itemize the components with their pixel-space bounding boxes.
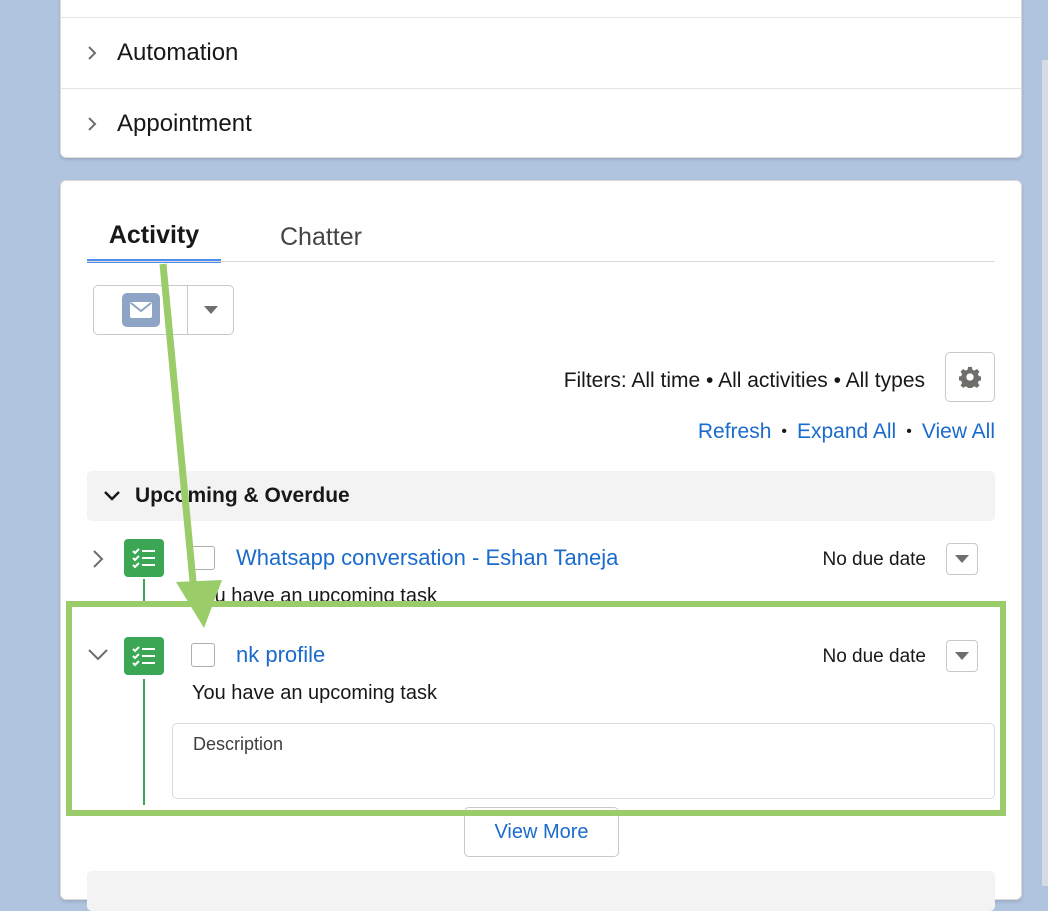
task-icon bbox=[124, 539, 164, 577]
tab-activity[interactable]: Activity bbox=[87, 211, 221, 263]
next-section-header bbox=[87, 871, 995, 911]
upcoming-overdue-section-header[interactable]: Upcoming & Overdue bbox=[87, 471, 995, 521]
scrollbar-track[interactable] bbox=[1042, 60, 1048, 886]
chevron-down-icon bbox=[104, 491, 120, 501]
view-all-link[interactable]: View All bbox=[922, 420, 995, 444]
composer-menu-button[interactable] bbox=[188, 286, 233, 334]
highlight-box bbox=[66, 601, 1006, 816]
tab-chatter[interactable]: Chatter bbox=[257, 211, 385, 263]
task-due-date: No due date bbox=[822, 549, 926, 570]
refresh-link[interactable]: Refresh bbox=[698, 420, 772, 444]
task-complete-checkbox[interactable] bbox=[191, 546, 215, 570]
chevron-right-icon[interactable] bbox=[87, 548, 109, 570]
expand-all-link[interactable]: Expand All bbox=[797, 420, 896, 444]
chevron-down-icon bbox=[203, 306, 218, 314]
accordion-label: Automation bbox=[117, 39, 239, 66]
timeline-line bbox=[143, 579, 145, 601]
accordion-label: Appointment bbox=[117, 110, 252, 137]
accordion-section-appointment[interactable]: Appointment bbox=[61, 88, 1021, 159]
filters-summary: Filters: All time • All activities • All… bbox=[563, 369, 925, 392]
task-actions-menu[interactable] bbox=[946, 543, 978, 575]
details-accordion-card: Automation Appointment bbox=[60, 0, 1022, 158]
tabs-divider bbox=[87, 261, 995, 262]
composer-button-group bbox=[93, 285, 234, 335]
activity-links: Refresh • Expand All • View All bbox=[697, 420, 995, 444]
email-icon bbox=[121, 293, 160, 327]
task-item: Whatsapp conversation - Eshan Taneja No … bbox=[87, 537, 995, 607]
task-title-link[interactable]: Whatsapp conversation - Eshan Taneja bbox=[236, 545, 618, 571]
section-title: Upcoming & Overdue bbox=[135, 484, 350, 507]
chevron-right-icon bbox=[88, 117, 97, 131]
accordion-section-automation[interactable]: Automation bbox=[61, 17, 1021, 88]
email-button[interactable] bbox=[94, 286, 188, 334]
gear-icon bbox=[959, 366, 981, 388]
chevron-down-icon bbox=[955, 555, 969, 563]
chevron-right-icon bbox=[88, 46, 97, 60]
filter-settings-button[interactable] bbox=[945, 352, 995, 402]
